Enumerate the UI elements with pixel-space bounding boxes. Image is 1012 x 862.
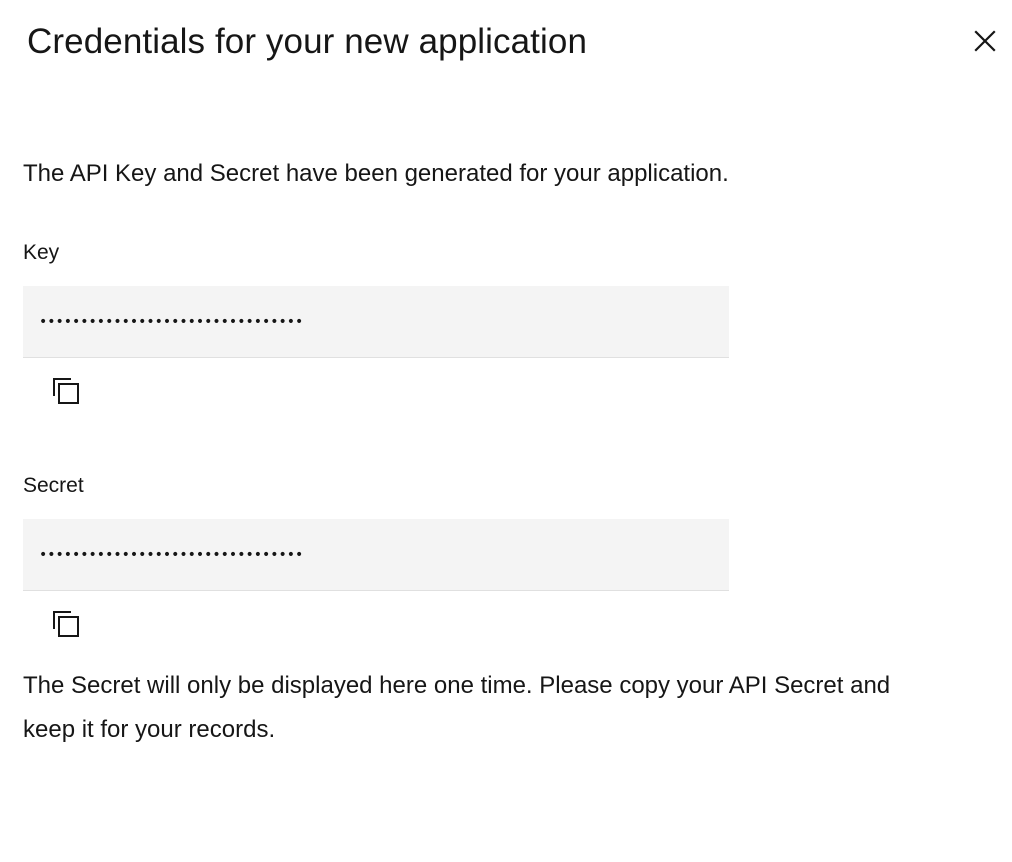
modal-title: Credentials for your new application bbox=[27, 22, 588, 61]
close-icon bbox=[974, 30, 996, 52]
secret-field[interactable] bbox=[23, 519, 729, 591]
copy-icon bbox=[53, 611, 79, 637]
secret-note: The Secret will only be displayed here o… bbox=[23, 672, 891, 743]
intro-text: The API Key and Secret have been generat… bbox=[23, 160, 729, 187]
key-field[interactable] bbox=[23, 286, 729, 358]
copy-key-button[interactable] bbox=[44, 369, 88, 413]
copy-icon bbox=[53, 378, 79, 404]
secret-label: Secret bbox=[23, 474, 84, 497]
close-button[interactable] bbox=[964, 20, 1006, 62]
key-label: Key bbox=[23, 241, 60, 264]
copy-secret-button[interactable] bbox=[44, 602, 88, 646]
credentials-modal: Credentials for your new application The… bbox=[0, 0, 1012, 862]
